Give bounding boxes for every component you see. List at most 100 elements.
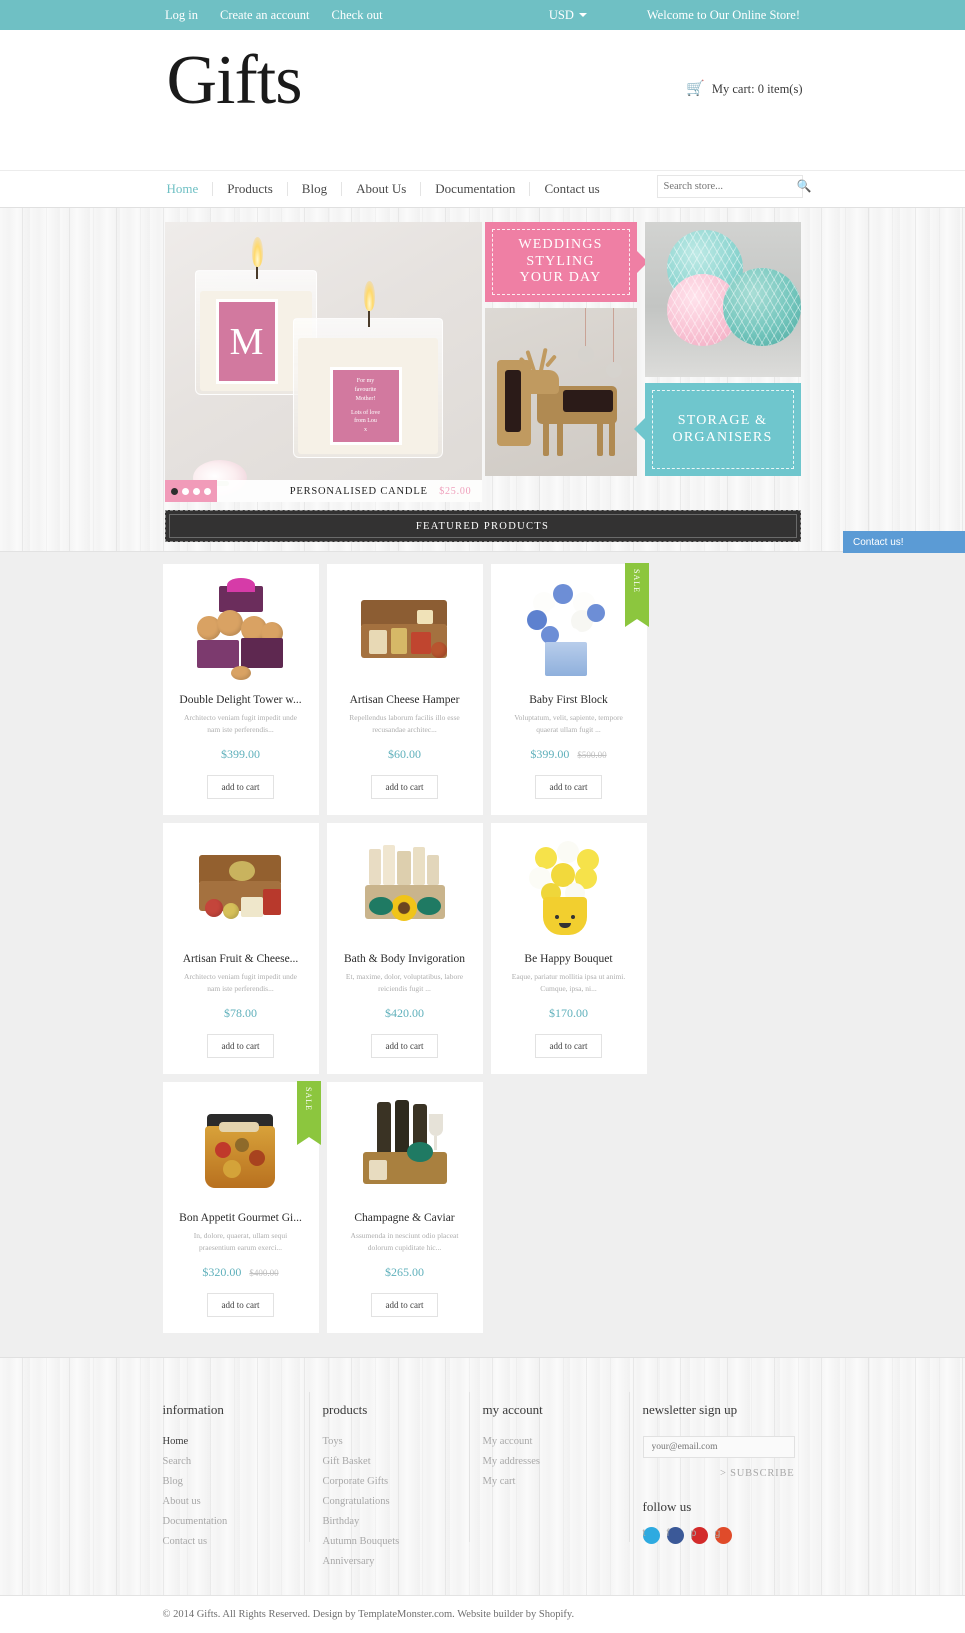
product-price: $399.00 — [221, 747, 260, 761]
footer-link-blog[interactable]: Blog — [163, 1476, 323, 1487]
product-name: Champagne & Caviar — [354, 1212, 455, 1224]
search-input[interactable] — [663, 181, 797, 192]
footer-link-congratulations[interactable]: Congratulations — [323, 1496, 483, 1507]
product-price-row: $420.00 — [337, 1006, 473, 1021]
chevron-down-icon — [578, 13, 587, 17]
product-card[interactable]: Be Happy Bouquet Eaque, pariatur molliti… — [490, 823, 647, 1074]
footer-link-my-cart[interactable]: My cart — [483, 1476, 643, 1487]
product-card[interactable]: SALE Bon Appetit Gourmet Gi... In, dolor… — [162, 1081, 321, 1333]
slider-dot-4[interactable] — [203, 487, 211, 495]
pinterest-icon[interactable]: p — [690, 1527, 708, 1544]
product-description: Et, maxime, dolor, voluptatibus, labore … — [345, 972, 464, 993]
google-plus-icon[interactable]: g — [714, 1527, 732, 1544]
banner-storage-line-1: STORAGE & — [677, 412, 768, 428]
cart-icon: 🛒 — [686, 81, 705, 97]
product-description: Voluptatum, velit, sapiente, tempore qua… — [514, 713, 623, 734]
product-price: $265.00 — [385, 1265, 424, 1279]
product-price: $320.00 — [202, 1265, 242, 1279]
login-link[interactable]: Log in — [165, 8, 198, 23]
create-account-link[interactable]: Create an account — [220, 8, 310, 23]
product-price: $399.00 — [530, 747, 570, 761]
add-to-cart-button[interactable]: add to cart — [206, 1293, 275, 1317]
candle-message-label: For my favourite Mother! Lots of love fr… — [329, 367, 402, 445]
top-bar: Log in Create an account Check out USD W… — [0, 0, 965, 37]
footer-link-anniversary[interactable]: Anniversary — [323, 1556, 483, 1567]
site-logo[interactable]: Gifts — [167, 46, 303, 116]
footer-link-my-addresses[interactable]: My addresses — [483, 1456, 643, 1467]
nav-item-contact-us[interactable]: Contact us — [530, 182, 613, 196]
banner-weddings-text: WEDDINGS STYLING YOUR DAY — [491, 229, 630, 295]
slider-dot-2[interactable] — [181, 487, 189, 495]
add-to-cart-button[interactable]: add to cart — [534, 1034, 603, 1058]
product-price-row: $399.00 — [173, 747, 309, 762]
product-name: Bath & Body Invigoration — [343, 953, 466, 965]
footer-link-my-account[interactable]: My account — [483, 1436, 643, 1447]
banner-storage[interactable]: STORAGE & ORGANISERS — [633, 383, 801, 476]
footer-link-home[interactable]: Home — [163, 1436, 323, 1447]
twitter-icon[interactable]: t — [642, 1527, 660, 1544]
currency-label: USD — [548, 7, 574, 22]
footer-column-title: my account — [482, 1402, 543, 1417]
footer-link-about-us[interactable]: About us — [163, 1496, 323, 1507]
footer-column-my-account: my account My account My addresses My ca… — [468, 1392, 643, 1576]
hero-slider[interactable]: M For my favourite Mother! Lots of love … — [164, 222, 482, 502]
welcome-message: Welcome to Our Online Store! — [646, 7, 800, 22]
currency-selector[interactable]: USD — [549, 8, 587, 23]
add-to-cart-button[interactable]: add to cart — [206, 1034, 275, 1058]
banner-weddings-line-1: WEDDINGS — [518, 236, 603, 252]
cart-label: My cart: 0 item(s) — [711, 82, 803, 96]
footer-link-gift-basket[interactable]: Gift Basket — [323, 1456, 483, 1467]
subscribe-button[interactable]: > SUBSCRIBE — [643, 1468, 795, 1479]
site-header: Gifts 🛒 My cart: 0 item(s) — [0, 30, 965, 170]
footer-link-search[interactable]: Search — [163, 1456, 323, 1467]
contact-us-tab[interactable]: Contact us! — [843, 531, 965, 553]
footer-link-contact-us[interactable]: Contact us — [163, 1536, 323, 1547]
newsletter-email-input[interactable] — [642, 1436, 795, 1458]
candle-msg-line-3: Mother! — [355, 395, 376, 402]
add-to-cart-button[interactable]: add to cart — [370, 1034, 439, 1058]
slider-dots[interactable] — [164, 480, 217, 502]
search-box[interactable]: 🔍 — [656, 175, 811, 198]
nav-item-home[interactable]: Home — [163, 182, 214, 196]
candle-large: For my favourite Mother! Lots of love fr… — [292, 281, 443, 458]
product-image — [173, 835, 309, 943]
nav-item-about-us[interactable]: About Us — [342, 182, 422, 196]
product-card[interactable]: Bath & Body Invigoration Et, maxime, dol… — [326, 823, 483, 1074]
add-to-cart-button[interactable]: add to cart — [370, 775, 439, 799]
banner-weddings[interactable]: WEDDINGS STYLING YOUR DAY — [484, 222, 648, 302]
product-card[interactable]: Champagne & Caviar Assumenda in nesciunt… — [326, 1082, 483, 1333]
candle-msg-line-5: from Lou — [354, 418, 377, 425]
product-card[interactable]: Double Delight Tower w... Architecto ven… — [162, 564, 319, 815]
nav-item-products[interactable]: Products — [213, 182, 288, 196]
footer-link-corporate-gifts[interactable]: Corporate Gifts — [323, 1476, 483, 1487]
nav-item-documentation[interactable]: Documentation — [421, 182, 531, 196]
add-to-cart-button[interactable]: add to cart — [534, 775, 603, 799]
footer-link-birthday[interactable]: Birthday — [323, 1516, 483, 1527]
product-description: In, dolore, quaerat, ullam sequi praesen… — [193, 1231, 288, 1252]
footer-link-documentation[interactable]: Documentation — [163, 1516, 323, 1527]
slider-dot-1[interactable] — [170, 487, 178, 495]
cart-widget[interactable]: 🛒 My cart: 0 item(s) — [686, 82, 802, 97]
product-image — [337, 576, 473, 684]
contact-us-tab-label: Contact us! — [853, 536, 904, 548]
banner-pompoms-image[interactable] — [644, 222, 801, 377]
footer-link-autumn-bouquets[interactable]: Autumn Bouquets — [323, 1536, 483, 1547]
product-card[interactable]: Artisan Fruit & Cheese... Architecto ven… — [162, 823, 319, 1074]
product-old-price: $500.00 — [577, 750, 607, 760]
product-card[interactable]: SALE Baby First Block Voluptatum, velit,… — [490, 563, 649, 815]
candle-msg-line-2: favourite — [354, 387, 377, 394]
product-card[interactable]: Artisan Cheese Hamper Repellendus laboru… — [326, 564, 483, 815]
checkout-link[interactable]: Check out — [332, 8, 383, 23]
facebook-icon[interactable]: f — [666, 1527, 684, 1544]
product-price-row: $265.00 — [337, 1265, 473, 1280]
search-icon[interactable]: 🔍 — [797, 179, 812, 194]
add-to-cart-button[interactable]: add to cart — [206, 775, 275, 799]
banner-wine-holder-image[interactable] — [484, 308, 637, 476]
banner-storage-line-2: ORGANISERS — [672, 429, 773, 445]
slider-product-price: $25.00 — [439, 485, 472, 497]
slider-dot-3[interactable] — [192, 487, 200, 495]
nav-item-blog[interactable]: Blog — [288, 182, 343, 196]
footer-link-toys[interactable]: Toys — [323, 1436, 483, 1447]
add-to-cart-button[interactable]: add to cart — [370, 1293, 439, 1317]
product-image — [337, 835, 473, 943]
